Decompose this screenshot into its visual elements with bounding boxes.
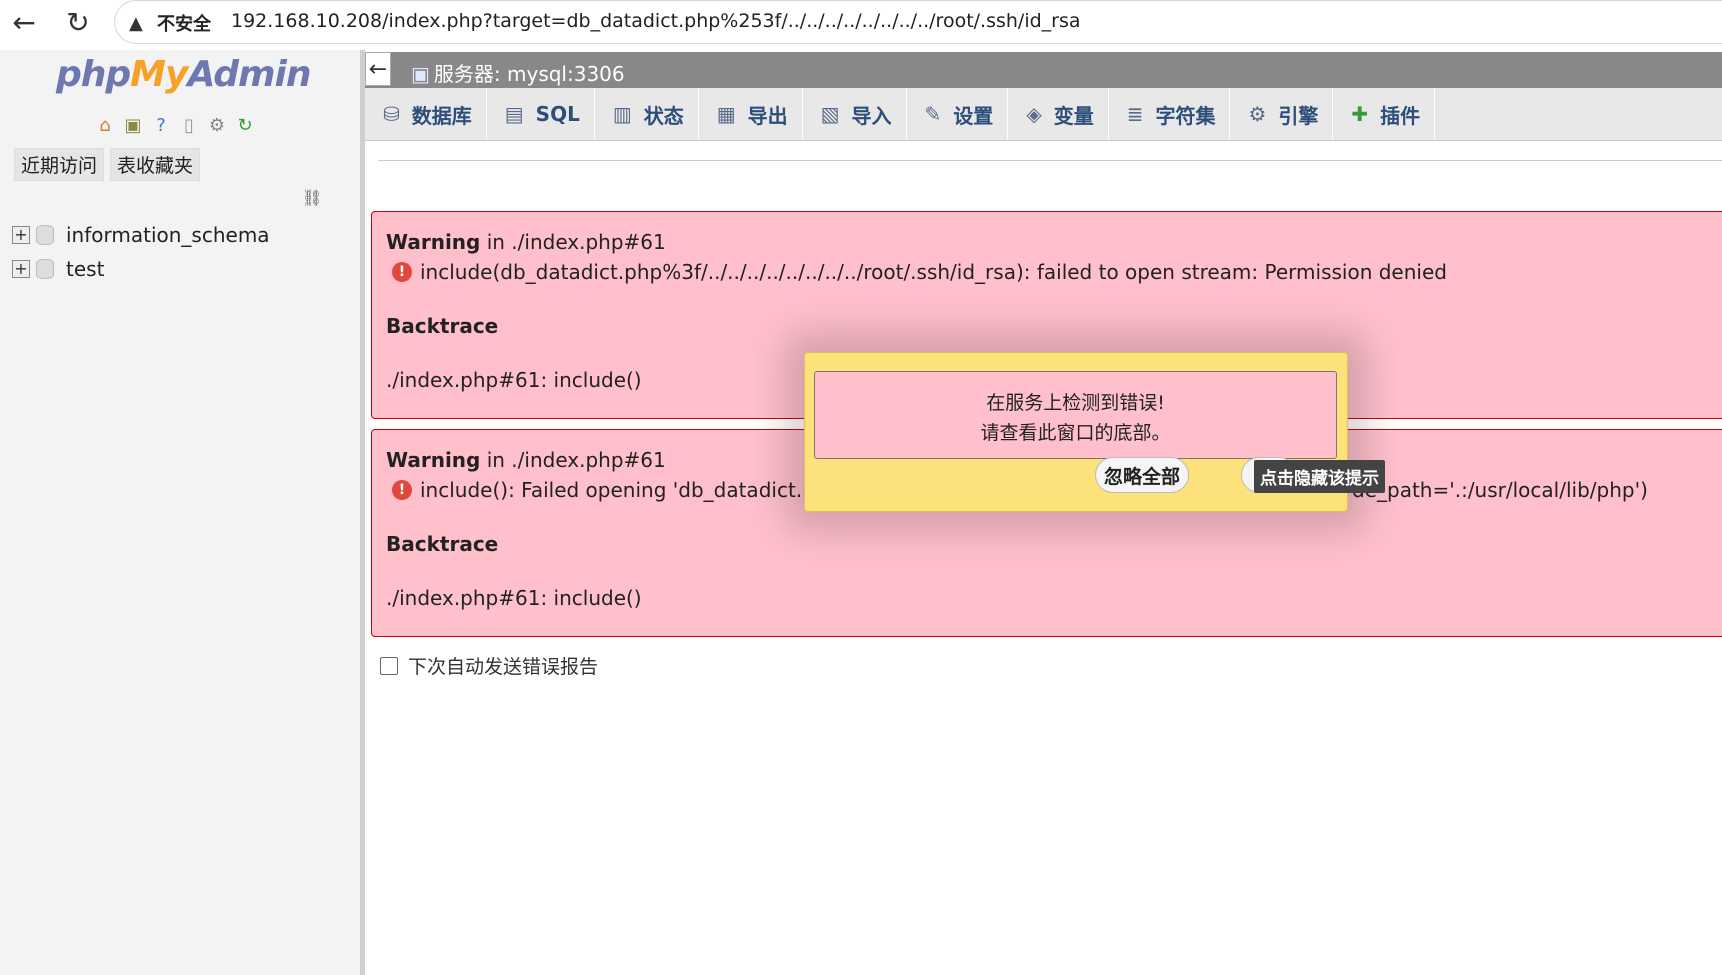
link-icon[interactable]: ⛓ <box>302 188 322 207</box>
tab-export[interactable]: ▦ 导出 <box>699 88 803 140</box>
wrench-icon: ✎ <box>924 102 942 126</box>
charset-icon: ≣ <box>1126 102 1144 126</box>
tab-recent[interactable]: 近期访问 <box>14 148 105 181</box>
popup-line-1: 在服务上检测到错误! <box>986 392 1165 414</box>
tab-label: 数据库 <box>411 103 472 128</box>
server-breadcrumb: ← ▣ 服务器: mysql:3306 <box>365 52 1722 88</box>
help-icon[interactable]: ? <box>150 114 172 136</box>
database-tree: + information_schema + test <box>12 218 270 286</box>
tab-label: 插件 <box>1380 103 1421 128</box>
tab-label: 导入 <box>851 103 892 128</box>
tab-label: 引擎 <box>1278 103 1319 128</box>
phpmyadmin-logo[interactable]: phpMyAdmin <box>56 54 311 95</box>
error-header: Warning in ./index.php#61 <box>386 230 1716 254</box>
tab-label: SQL <box>535 102 580 126</box>
nav-tabs: 近期访问 表收藏夹 <box>14 148 201 181</box>
logo-admin: Admin <box>187 54 311 95</box>
status-icon: ▥ <box>612 102 632 126</box>
db-item-information-schema[interactable]: + information_schema <box>12 218 270 252</box>
tab-label: 状态 <box>643 103 684 128</box>
home-icon[interactable]: ⌂ <box>94 114 116 136</box>
tab-variables[interactable]: ◈ 变量 <box>1008 88 1109 140</box>
db-item-test[interactable]: + test <box>12 252 270 286</box>
sql-icon: ▤ <box>504 102 524 126</box>
error-line: ! include(db_datadict.php%3f/../../../..… <box>386 260 1716 284</box>
server-label-text: 服务器: mysql:3306 <box>433 62 625 86</box>
popup-message: 在服务上检测到错误! 请查看此窗口的底部。 <box>814 371 1337 459</box>
export-icon: ▦ <box>716 102 736 126</box>
browser-toolbar: ← ↻ ▲ 不安全 192.168.10.208/index.php?targe… <box>0 0 1722 44</box>
tab-databases[interactable]: ⛁ 数据库 <box>365 88 487 140</box>
error-icon: ! <box>392 262 412 282</box>
tab-label: 变量 <box>1053 103 1094 128</box>
quick-links: ⌂ ▣ ? ▯ ⚙ ↻ <box>94 114 256 136</box>
backtrace-title: Backtrace <box>386 532 1716 556</box>
server-icon: ▣ <box>411 62 430 86</box>
auto-send-checkbox[interactable] <box>380 656 398 675</box>
tab-favorites[interactable]: 表收藏夹 <box>110 148 201 181</box>
db-name[interactable]: test <box>66 257 104 281</box>
backtrace-title-text: Backtrace <box>386 532 499 556</box>
nav-resizer[interactable] <box>360 50 365 975</box>
tab-label: 设置 <box>953 103 994 128</box>
tab-label: 导出 <box>747 103 788 128</box>
ignore-all-button[interactable]: 忽略全部 <box>1095 457 1189 493</box>
tab-engines[interactable]: ⚙ 引擎 <box>1230 88 1334 140</box>
warning-icon: ▲ <box>129 13 143 34</box>
error-text-tail: de_path='.:/usr/local/lib/php') <box>1352 478 1648 502</box>
tab-sql[interactable]: ▤ SQL <box>487 88 595 140</box>
tab-settings[interactable]: ✎ 设置 <box>907 88 1009 140</box>
server-label[interactable]: ▣ 服务器: mysql:3306 <box>411 58 625 87</box>
back-icon[interactable]: ← <box>6 6 42 39</box>
tab-label: 字符集 <box>1155 103 1216 128</box>
expand-icon[interactable]: + <box>12 260 30 278</box>
auto-send-report[interactable]: 下次自动发送错误报告 <box>380 652 598 679</box>
error-text: include(db_datadict.php%3f/../../../../.… <box>420 260 1447 284</box>
logo-php: php <box>56 54 131 95</box>
warning-label: Warning <box>386 230 481 254</box>
logout-icon[interactable]: ▣ <box>122 114 144 136</box>
tab-charsets[interactable]: ≣ 字符集 <box>1109 88 1231 140</box>
db-name[interactable]: information_schema <box>66 223 270 247</box>
backtrace-title-text: Backtrace <box>386 314 499 338</box>
engine-icon: ⚙ <box>1248 102 1267 126</box>
insecure-label[interactable]: 不安全 <box>157 10 211 36</box>
top-menu: ⛁ 数据库 ▤ SQL ▥ 状态 ▦ 导出 ▧ 导入 ✎ 设置 ◈ 变量 ≣ 字符集 ⚙ 引擎 ✚… <box>365 88 1722 141</box>
refresh-icon[interactable]: ↻ <box>234 114 256 136</box>
warning-label: Warning <box>386 448 481 472</box>
address-bar[interactable]: ▲ 不安全 192.168.10.208/index.php?target=db… <box>114 0 1722 44</box>
backtrace-line: ./index.php#61: include() <box>386 586 642 610</box>
tab-plugins[interactable]: ✚ 插件 <box>1333 88 1436 140</box>
tab-import[interactable]: ▧ 导入 <box>803 88 907 140</box>
error-location: in ./index.php#61 <box>480 230 666 254</box>
divider <box>378 160 1722 161</box>
database-icon <box>36 225 54 245</box>
database-icon: ⛁ <box>383 102 400 126</box>
collapse-nav-icon[interactable]: ← <box>365 52 391 86</box>
error-icon: ! <box>392 480 412 500</box>
url-text[interactable]: 192.168.10.208/index.php?target=db_datad… <box>231 10 1081 32</box>
error-location: in ./index.php#61 <box>480 448 666 472</box>
reload-icon[interactable]: ↻ <box>60 6 96 39</box>
tab-status[interactable]: ▥ 状态 <box>595 88 699 140</box>
navigation-panel: phpMyAdmin ⌂ ▣ ? ▯ ⚙ ↻ 近期访问 表收藏夹 ⛓ + inf… <box>0 50 360 975</box>
gear-icon[interactable]: ⚙ <box>206 114 228 136</box>
backtrace-title: Backtrace <box>386 314 1716 338</box>
error-text: include(): Failed opening 'db_datadict.p… <box>420 478 841 502</box>
expand-icon[interactable]: + <box>12 226 30 244</box>
logo-my: My <box>130 54 188 95</box>
database-icon <box>36 259 54 279</box>
auto-send-label[interactable]: 下次自动发送错误报告 <box>408 652 598 679</box>
docs-icon[interactable]: ▯ <box>178 114 200 136</box>
plugin-icon: ✚ <box>1351 102 1369 126</box>
hide-hint-tooltip: 点击隐藏该提示 <box>1254 460 1385 493</box>
import-icon: ▧ <box>820 102 840 126</box>
variables-icon: ◈ <box>1026 102 1042 126</box>
popup-line-2: 请查看此窗口的底部。 <box>980 422 1171 444</box>
